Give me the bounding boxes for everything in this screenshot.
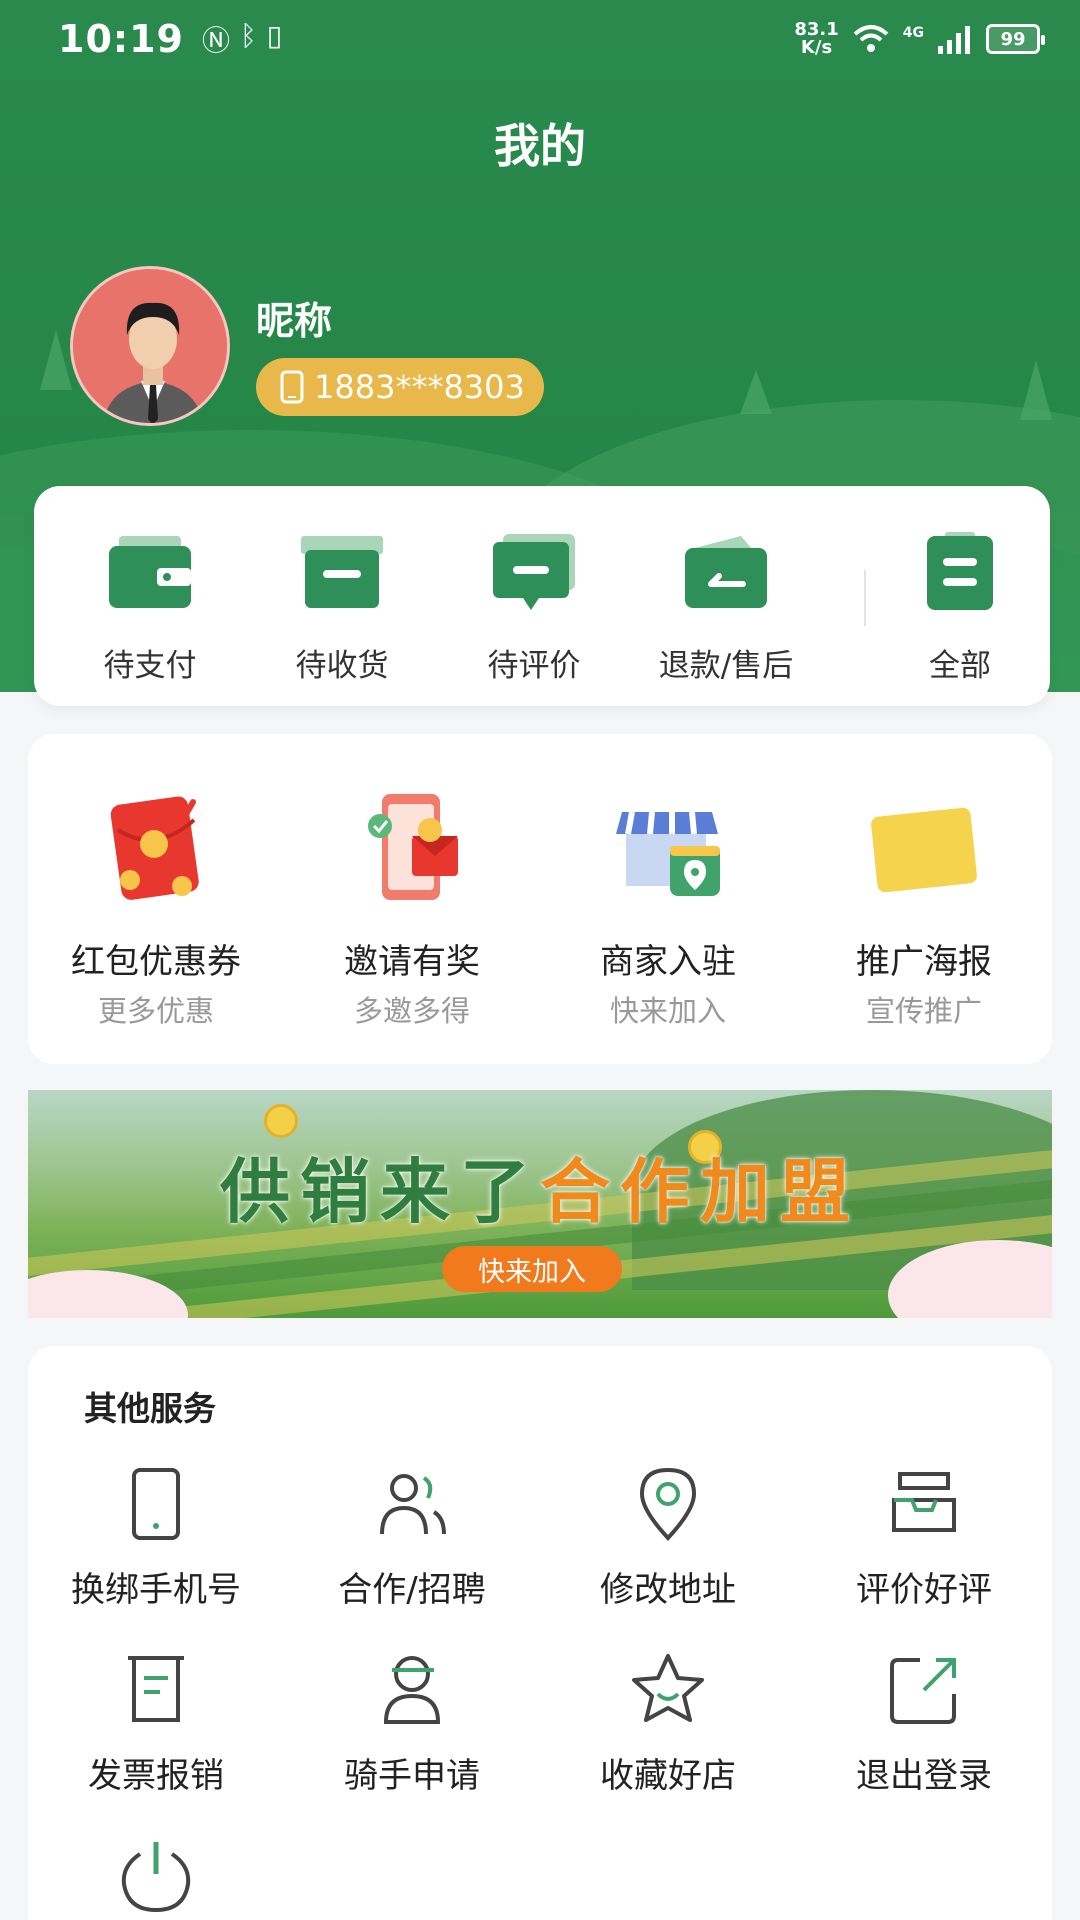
bluetooth-icon: ᛒ: [239, 19, 257, 52]
order-pending-review[interactable]: 待评价: [438, 486, 630, 706]
rider-icon: [383, 1656, 441, 1724]
service-cooperation[interactable]: 合作/招聘: [284, 1464, 540, 1644]
red-packet-icon: [110, 796, 199, 900]
service-reviews[interactable]: 评价好评: [796, 1464, 1052, 1644]
service-rider-apply[interactable]: 骑手申请: [284, 1650, 540, 1830]
status-time: 10:19: [58, 17, 184, 61]
service-change-phone[interactable]: 换绑手机号: [28, 1464, 284, 1644]
phone-number: 1883***8303: [314, 368, 525, 406]
wifi-icon: [853, 25, 889, 52]
other-services-card: 其他服务 换绑手机号 合作/招聘 修改地址 评价好评 发票报销 骑手申请 收藏好…: [28, 1346, 1052, 1920]
promo-poster[interactable]: 推广海报 宣传推广: [796, 734, 1052, 1064]
wallet-icon: [109, 536, 191, 608]
promo-merchant-join[interactable]: 商家入驻 快来加入: [540, 734, 796, 1064]
invite-gift-icon: [368, 794, 458, 900]
banner-join-button[interactable]: 快来加入: [442, 1246, 622, 1292]
tray-icon: [892, 1472, 956, 1532]
service-invoice[interactable]: 发票报销: [28, 1650, 284, 1830]
banner-title: 供销来了合作加盟: [220, 1151, 860, 1233]
battery-icon: 99: [986, 24, 1045, 54]
signal-icon: [938, 26, 970, 54]
coin-icon: [264, 1104, 298, 1138]
status-bar: 10:19 Ⓝ ᛒ ▯ 83.1 K/s 4G 99: [0, 0, 1080, 78]
promo-coupons[interactable]: 红包优惠券 更多优惠: [28, 734, 284, 1064]
order-refund-aftersale[interactable]: 退款/售后: [630, 486, 822, 706]
service-edit-address[interactable]: 修改地址: [540, 1464, 796, 1644]
promo-invite[interactable]: 邀请有奖 多邀多得: [284, 734, 540, 1064]
avatar[interactable]: [70, 266, 230, 426]
phone-badge: 1883***8303: [256, 358, 544, 416]
location-pin-icon: [639, 1467, 697, 1541]
mobile-phone-icon: [280, 370, 304, 404]
phone-icon: [132, 1468, 180, 1540]
poster-icon: [871, 807, 977, 893]
store-icon: [616, 811, 720, 896]
order-status-card: 待支付 待收货 待评价 退款/售后 全部: [34, 486, 1050, 706]
star-icon: [632, 1654, 704, 1722]
nickname[interactable]: 昵称: [256, 290, 332, 345]
promotions-card: 红包优惠券 更多优惠 邀请有奖 多邀多得 商家入驻 快来加入 推广海报 宣传推广: [28, 734, 1052, 1064]
clipboard-icon: [927, 532, 993, 610]
service-power[interactable]: [28, 1836, 284, 1920]
refund-icon: [685, 536, 767, 608]
comment-icon: [493, 534, 575, 610]
vibrate-icon: ▯: [266, 19, 283, 52]
nfc-icon: Ⓝ: [201, 24, 230, 57]
service-favorite-stores[interactable]: 收藏好店: [540, 1650, 796, 1830]
service-logout[interactable]: 退出登录: [796, 1650, 1052, 1830]
network-type: 4G: [902, 25, 924, 41]
box-icon: [301, 536, 383, 608]
order-all[interactable]: 全部: [864, 486, 1056, 706]
page-title: 我的: [494, 119, 586, 173]
franchise-banner[interactable]: 供销来了合作加盟 快来加入: [28, 1090, 1052, 1318]
avatar-person-icon: [73, 269, 227, 423]
people-icon: [380, 1474, 446, 1535]
section-title: 其他服务: [84, 1389, 216, 1428]
power-icon: [121, 1842, 191, 1913]
invoice-icon: [128, 1656, 184, 1722]
logout-icon: [890, 1658, 956, 1724]
order-pending-payment[interactable]: 待支付: [54, 486, 246, 706]
net-speed: 83.1 K/s: [794, 19, 839, 58]
order-pending-receipt[interactable]: 待收货: [246, 486, 438, 706]
